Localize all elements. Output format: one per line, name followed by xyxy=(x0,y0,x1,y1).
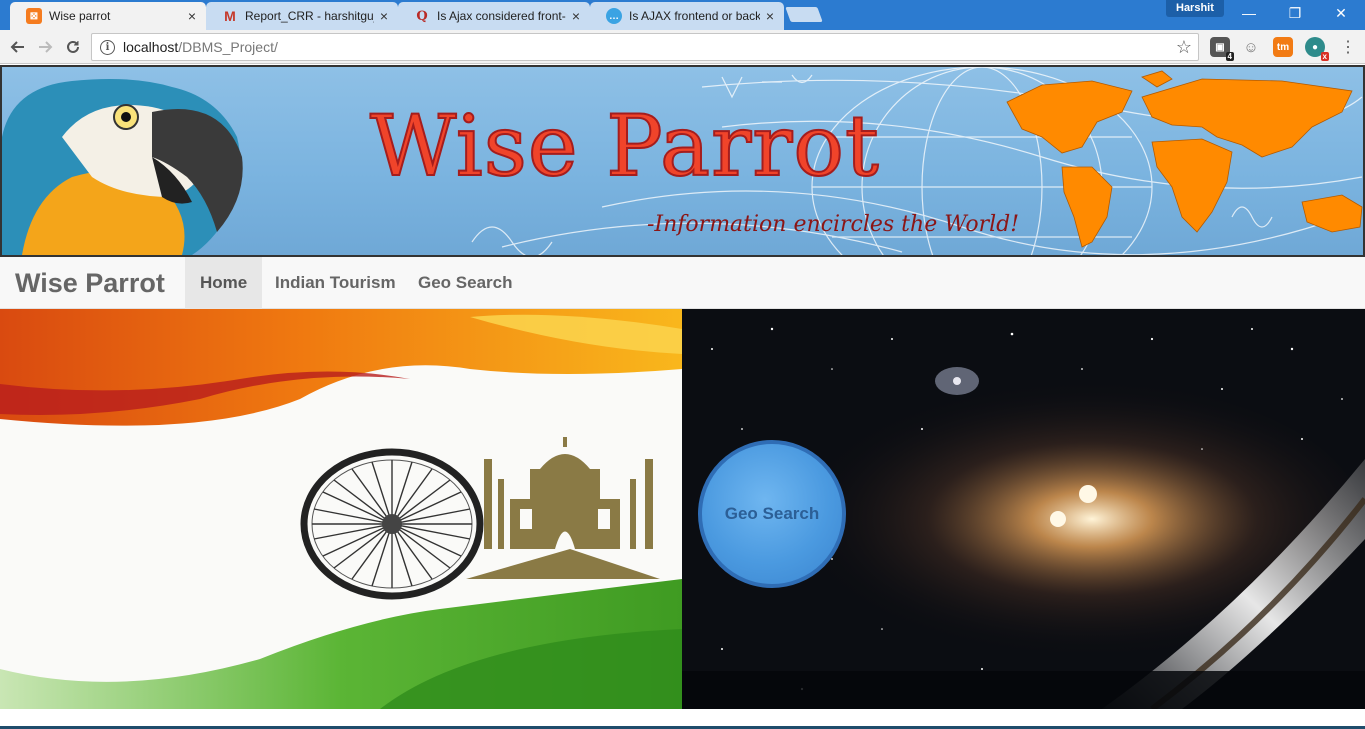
banner-tagline: -Information encircles the World! xyxy=(647,212,1020,237)
world-map-graphic xyxy=(1006,70,1363,248)
site-navbar: Wise Parrot Home Indian Tourism Geo Sear… xyxy=(0,257,1365,309)
indian-tourism-panel[interactable] xyxy=(0,309,682,709)
navbar-brand[interactable]: Wise Parrot xyxy=(15,257,165,309)
banner-title: Wise Parrot xyxy=(369,96,880,196)
quora-icon: Q xyxy=(416,8,428,24)
nav-item-geo-search[interactable]: Geo Search xyxy=(403,257,528,309)
geo-search-panel: Geo Search xyxy=(682,309,1365,709)
tab-wise-parrot[interactable]: ⊠ Wise parrot × xyxy=(10,2,206,30)
url-host: localhost xyxy=(123,39,179,55)
close-icon[interactable]: × xyxy=(188,8,196,24)
xampp-icon: ⊠ xyxy=(26,8,42,24)
extension-icon-4[interactable]: ● x xyxy=(1305,37,1329,61)
tab-title: Report_CRR - harshitguj xyxy=(245,9,374,23)
chat-icon: … xyxy=(606,8,622,24)
info-icon[interactable]: i xyxy=(100,39,115,55)
tab-report-crr[interactable]: M Report_CRR - harshitguj × xyxy=(206,2,398,30)
tab-title: Is Ajax considered front- xyxy=(437,9,566,23)
taj-mahal-graphic xyxy=(466,437,660,579)
tab-title: Wise parrot xyxy=(49,9,111,23)
bookmark-star-icon[interactable]: ☆ xyxy=(1176,37,1192,58)
tab-ajax-front[interactable]: Q Is Ajax considered front- × xyxy=(398,2,590,30)
close-icon[interactable]: × xyxy=(380,8,388,24)
profile-button[interactable]: Harshit xyxy=(1166,0,1224,17)
window-close-icon[interactable]: ✕ xyxy=(1318,0,1364,26)
browser-toolbar: i localhost/DBMS_Project/ ☆ ▣ 4 ☺ tm ● x ⋮ xyxy=(0,30,1365,64)
address-bar[interactable]: i localhost/DBMS_Project/ ☆ xyxy=(91,33,1199,61)
header-banner: Wise Parrot -Information encircles the W… xyxy=(0,65,1365,257)
web-page: Wise Parrot -Information encircles the W… xyxy=(0,65,1365,729)
reload-icon[interactable] xyxy=(61,35,85,59)
restore-icon[interactable]: ❐ xyxy=(1272,0,1318,26)
close-icon[interactable]: × xyxy=(572,8,580,24)
tab-ajax-back[interactable]: … Is AJAX frontend or back × xyxy=(590,2,784,30)
geo-search-button[interactable]: Geo Search xyxy=(698,440,846,588)
indian-flag-graphic xyxy=(0,309,682,709)
minimize-icon[interactable]: — xyxy=(1226,0,1272,26)
parrot-graphic xyxy=(2,79,243,255)
url-path: /DBMS_Project/ xyxy=(178,39,278,55)
chrome-menu-icon[interactable]: ⋮ xyxy=(1336,35,1360,59)
extension-icon-2[interactable]: ☺ xyxy=(1241,37,1261,57)
close-icon[interactable]: × xyxy=(766,8,774,24)
back-arrow-icon[interactable] xyxy=(6,35,30,59)
extension-icon-1[interactable]: ▣ 4 xyxy=(1210,37,1234,61)
nav-item-home[interactable]: Home xyxy=(185,257,263,309)
gmail-icon: M xyxy=(224,8,236,24)
tab-title: Is AJAX frontend or back xyxy=(629,9,760,23)
ashoka-chakra-graphic xyxy=(300,448,484,600)
browser-tab-strip: ⊠ Wise parrot × M Report_CRR - harshitgu… xyxy=(0,0,1365,30)
forward-arrow-icon[interactable] xyxy=(33,35,57,59)
extension-icon-3[interactable]: tm xyxy=(1273,37,1293,57)
new-tab-button[interactable] xyxy=(785,7,823,22)
nav-item-indian-tourism[interactable]: Indian Tourism xyxy=(260,257,411,309)
